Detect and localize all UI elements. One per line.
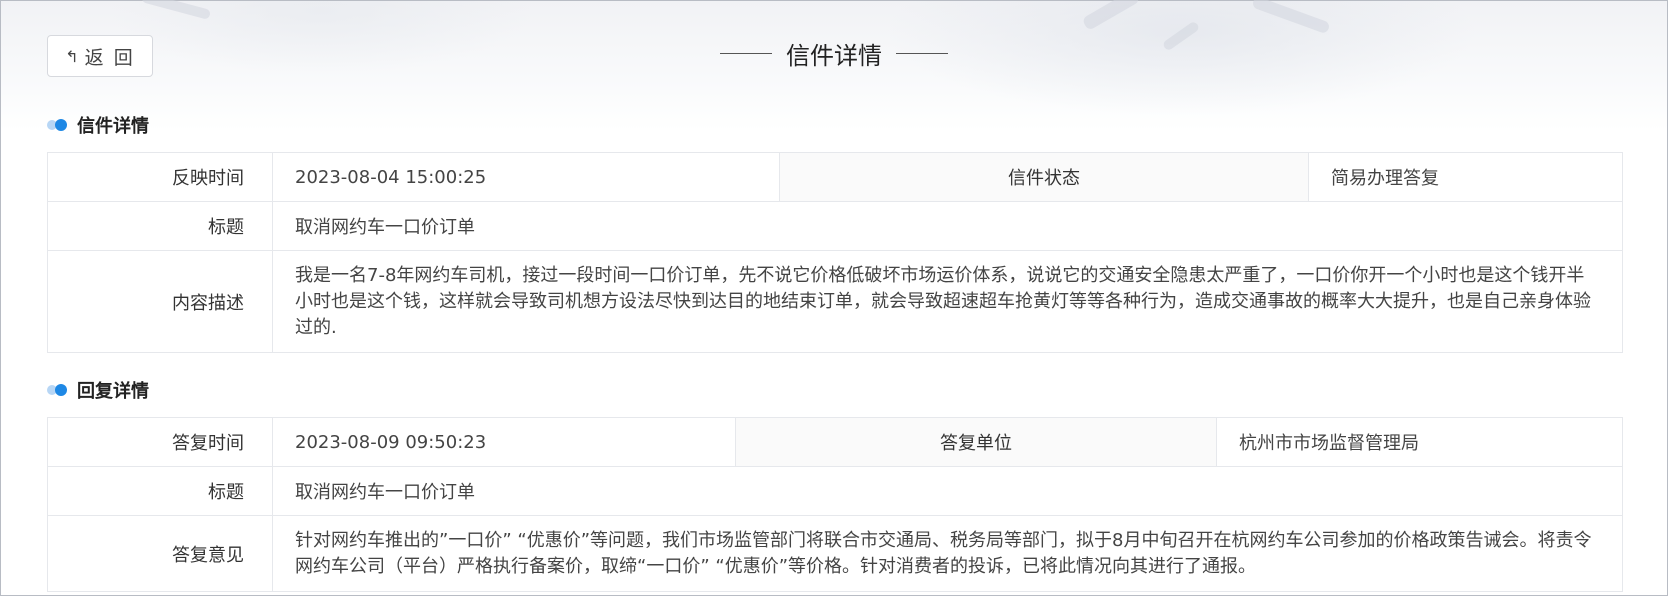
letter-section-title: 信件详情 <box>47 112 149 138</box>
reply-unit-label: 答复单位 <box>735 417 1217 467</box>
title-divider-right <box>896 53 948 54</box>
subject-value: 取消网约车一口价订单 <box>272 201 1623 251</box>
background-decoration <box>1251 0 1331 35</box>
status-label: 信件状态 <box>779 152 1309 202</box>
reply-opinion-label: 答复意见 <box>47 515 273 592</box>
table-row: 答复意见 针对网约车推出的”一口价” “优惠价”等问题，我们市场监管部门将联合市… <box>47 515 1623 592</box>
reply-subject-value: 取消网约车一口价订单 <box>272 466 1623 516</box>
time-value: 2023-08-04 15:00:25 <box>272 152 780 202</box>
page-title-text: 信件详情 <box>786 42 882 70</box>
content-value: 我是一名7-8年网约车司机，接过一段时间一口价订单，先不说它价格低破坏市场运价体… <box>272 250 1623 353</box>
reply-time-value: 2023-08-09 09:50:23 <box>272 417 736 467</box>
letter-detail-table: 反映时间 2023-08-04 15:00:25 信件状态 简易办理答复 标题 … <box>47 152 1623 353</box>
title-divider-left <box>720 53 772 54</box>
content-label: 内容描述 <box>47 250 273 353</box>
background-decoration <box>1081 0 1141 32</box>
section-dot-icon <box>47 118 69 132</box>
reply-opinion-value: 针对网约车推出的”一口价” “优惠价”等问题，我们市场监管部门将联合市交通局、税… <box>272 515 1623 592</box>
letter-section-title-text: 信件详情 <box>77 116 149 137</box>
reply-section-title-text: 回复详情 <box>77 381 149 402</box>
subject-label: 标题 <box>47 201 273 251</box>
table-row: 标题 取消网约车一口价订单 <box>47 466 1623 516</box>
reply-detail-table: 答复时间 2023-08-09 09:50:23 答复单位 杭州市市场监督管理局… <box>47 417 1623 592</box>
reply-section-title: 回复详情 <box>47 377 149 403</box>
background-decoration <box>140 0 212 20</box>
reply-unit-value: 杭州市市场监督管理局 <box>1216 417 1623 467</box>
page-title: 信件详情 <box>0 36 1668 71</box>
time-label: 反映时间 <box>47 152 273 202</box>
status-value: 简易办理答复 <box>1308 152 1623 202</box>
reply-subject-label: 标题 <box>47 466 273 516</box>
table-row: 反映时间 2023-08-04 15:00:25 信件状态 简易办理答复 <box>47 152 1623 202</box>
section-dot-icon <box>47 383 69 397</box>
table-row: 内容描述 我是一名7-8年网约车司机，接过一段时间一口价订单，先不说它价格低破坏… <box>47 250 1623 353</box>
reply-time-label: 答复时间 <box>47 417 273 467</box>
table-row: 标题 取消网约车一口价订单 <box>47 201 1623 251</box>
table-row: 答复时间 2023-08-09 09:50:23 答复单位 杭州市市场监督管理局 <box>47 417 1623 467</box>
